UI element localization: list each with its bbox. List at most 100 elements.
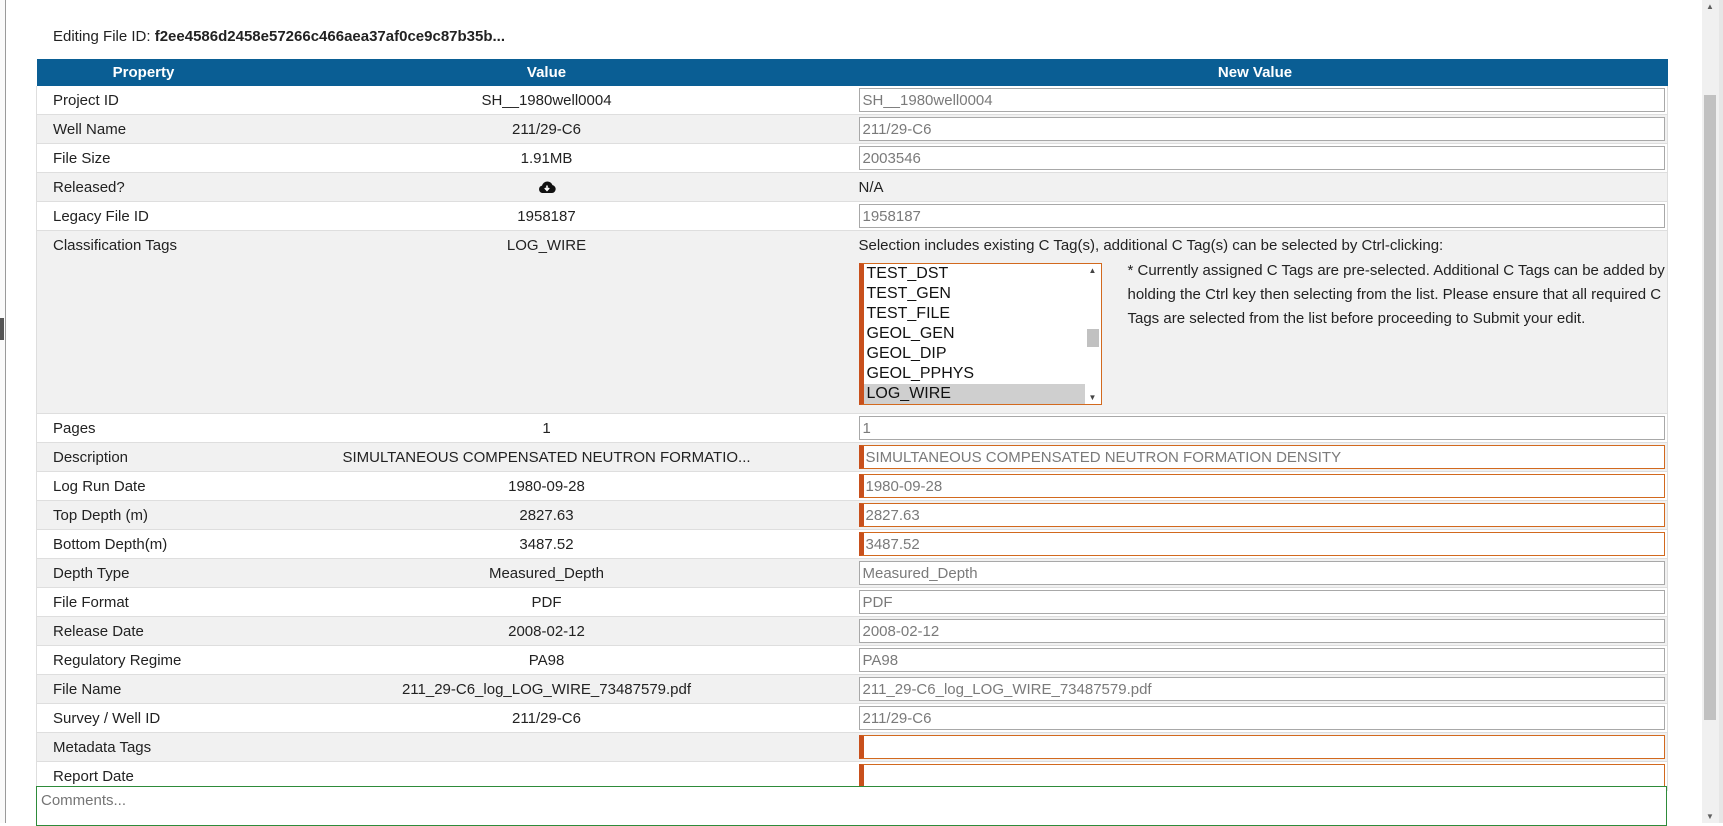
property-value: 1.91MB <box>250 143 843 173</box>
file-size-input[interactable] <box>858 146 1665 170</box>
property-value: 1980-09-28 <box>250 471 843 501</box>
regulatory-regime-input[interactable] <box>858 648 1665 672</box>
page-scroll-thumb[interactable] <box>1704 95 1716 720</box>
property-label: Top Depth (m) <box>36 500 251 530</box>
property-label: Classification Tags <box>36 230 251 414</box>
property-label: Project ID <box>36 86 251 115</box>
released-status-text: N/A <box>858 178 884 196</box>
tag-option[interactable]: TEST_FILE <box>864 304 1085 324</box>
pages-input[interactable] <box>858 416 1665 440</box>
property-label: Metadata Tags <box>36 732 251 762</box>
property-label: File Format <box>36 587 251 617</box>
property-label: File Name <box>36 674 251 704</box>
property-value <box>250 732 843 762</box>
classification-tags-select[interactable]: TEST_DST TEST_GEN TEST_FILE GEOL_GEN GEO… <box>858 263 1102 405</box>
table-row: Released? N/A <box>36 172 1668 202</box>
table-header-row: Property Value New Value <box>36 59 1668 86</box>
release-date-input[interactable] <box>858 619 1665 643</box>
table-row: File Format PDF <box>36 587 1668 617</box>
property-label: Release Date <box>36 616 251 646</box>
window-edge <box>1719 0 1723 823</box>
property-value: 2827.63 <box>250 500 843 530</box>
file-properties-table: Property Value New Value Project ID SH__… <box>36 59 1668 791</box>
table-row: File Size 1.91MB <box>36 143 1668 173</box>
table-row: Survey / Well ID 211/29-C6 <box>36 703 1668 733</box>
table-row: Regulatory Regime PA98 <box>36 645 1668 675</box>
property-label: Pages <box>36 413 251 443</box>
project-id-input[interactable] <box>858 88 1665 112</box>
table-row: Legacy File ID 1958187 <box>36 201 1668 231</box>
tag-option[interactable]: GEOL_DIP <box>864 344 1085 364</box>
property-value: PA98 <box>250 645 843 675</box>
property-value: 1 <box>250 413 843 443</box>
table-row: Bottom Depth(m) 3487.52 <box>36 529 1668 559</box>
property-label: Well Name <box>36 114 251 144</box>
page-scroll-down-icon[interactable]: ▼ <box>1706 812 1714 821</box>
table-row: File Name 211_29-C6_log_LOG_WIRE_7348757… <box>36 674 1668 704</box>
table-row: Well Name 211/29-C6 <box>36 114 1668 144</box>
table-row: Project ID SH__1980well0004 <box>36 86 1668 115</box>
table-row: Classification Tags LOG_WIRE Selection i… <box>36 230 1668 414</box>
property-label: Regulatory Regime <box>36 645 251 675</box>
column-header-property: Property <box>36 59 251 86</box>
classification-hint: Selection includes existing C Tag(s), ad… <box>858 237 1444 254</box>
file-name-input[interactable] <box>858 677 1665 701</box>
property-label: Depth Type <box>36 558 251 588</box>
property-value: SH__1980well0004 <box>250 86 843 115</box>
editing-file-label: Editing File ID: <box>53 28 151 45</box>
file-format-input[interactable] <box>858 590 1665 614</box>
column-header-value: Value <box>250 59 843 86</box>
cloud-download-icon <box>538 181 556 194</box>
table-row: Release Date 2008-02-12 <box>36 616 1668 646</box>
legacy-file-id-input[interactable] <box>858 204 1665 228</box>
tag-option-selected[interactable]: LOG_WIRE <box>863 384 1085 404</box>
metadata-tags-input[interactable] <box>858 735 1665 759</box>
bottom-depth-input[interactable] <box>858 532 1665 556</box>
property-value: 211/29-C6 <box>250 114 843 144</box>
tag-option[interactable]: TEST_DST <box>864 264 1085 284</box>
page-scrollbar[interactable]: ▲ ▼ <box>1702 0 1719 823</box>
report-date-input[interactable] <box>858 764 1665 788</box>
classification-note: * Currently assigned C Tags are pre-sele… <box>1127 262 1665 327</box>
scroll-down-arrow-icon[interactable]: ▼ <box>1089 393 1097 402</box>
table-row: Top Depth (m) 2827.63 <box>36 500 1668 530</box>
page-scroll-up-icon[interactable]: ▲ <box>1706 2 1714 11</box>
column-header-new-value: New Value <box>842 59 1668 86</box>
depth-type-input[interactable] <box>858 561 1665 585</box>
property-label: File Size <box>36 143 251 173</box>
property-value: 211_29-C6_log_LOG_WIRE_73487579.pdf <box>250 674 843 704</box>
editing-file-heading: Editing File ID: f2ee4586d2458e57266c466… <box>53 28 505 45</box>
property-label: Bottom Depth(m) <box>36 529 251 559</box>
comments-textarea[interactable] <box>36 786 1667 826</box>
table-row: Pages 1 <box>36 413 1668 443</box>
table-row: Log Run Date 1980-09-28 <box>36 471 1668 501</box>
property-value: Measured_Depth <box>250 558 843 588</box>
editing-file-id: f2ee4586d2458e57266c466aea37af0ce9c87b35… <box>154 28 506 45</box>
description-input[interactable] <box>858 445 1665 469</box>
tag-list-scroll-thumb[interactable] <box>1086 329 1099 347</box>
property-value: PDF <box>250 587 843 617</box>
tag-option[interactable]: GEOL_GEN <box>864 324 1085 344</box>
table-row: Description SIMULTANEOUS COMPENSATED NEU… <box>36 442 1668 472</box>
property-label: Log Run Date <box>36 471 251 501</box>
property-value: LOG_WIRE <box>250 230 843 414</box>
tag-option[interactable]: GEOL_PPHYS <box>864 364 1085 384</box>
backdrop-mark <box>0 318 4 340</box>
property-value: SIMULTANEOUS COMPENSATED NEUTRON FORMATI… <box>250 442 843 472</box>
table-row: Metadata Tags <box>36 732 1668 762</box>
property-label: Released? <box>36 172 251 202</box>
property-label: Legacy File ID <box>36 201 251 231</box>
table-row: Depth Type Measured_Depth <box>36 558 1668 588</box>
property-value: 1958187 <box>250 201 843 231</box>
property-value: 211/29-C6 <box>250 703 843 733</box>
property-value: 2008-02-12 <box>250 616 843 646</box>
well-name-input[interactable] <box>858 117 1665 141</box>
top-depth-input[interactable] <box>858 503 1665 527</box>
survey-well-id-input[interactable] <box>858 706 1665 730</box>
log-run-date-input[interactable] <box>858 474 1665 498</box>
tag-list-scrollbar[interactable]: ▲ ▼ <box>1084 264 1101 404</box>
property-value: 3487.52 <box>250 529 843 559</box>
property-label: Description <box>36 442 251 472</box>
tag-option[interactable]: TEST_GEN <box>864 284 1085 304</box>
scroll-up-arrow-icon[interactable]: ▲ <box>1089 266 1097 275</box>
